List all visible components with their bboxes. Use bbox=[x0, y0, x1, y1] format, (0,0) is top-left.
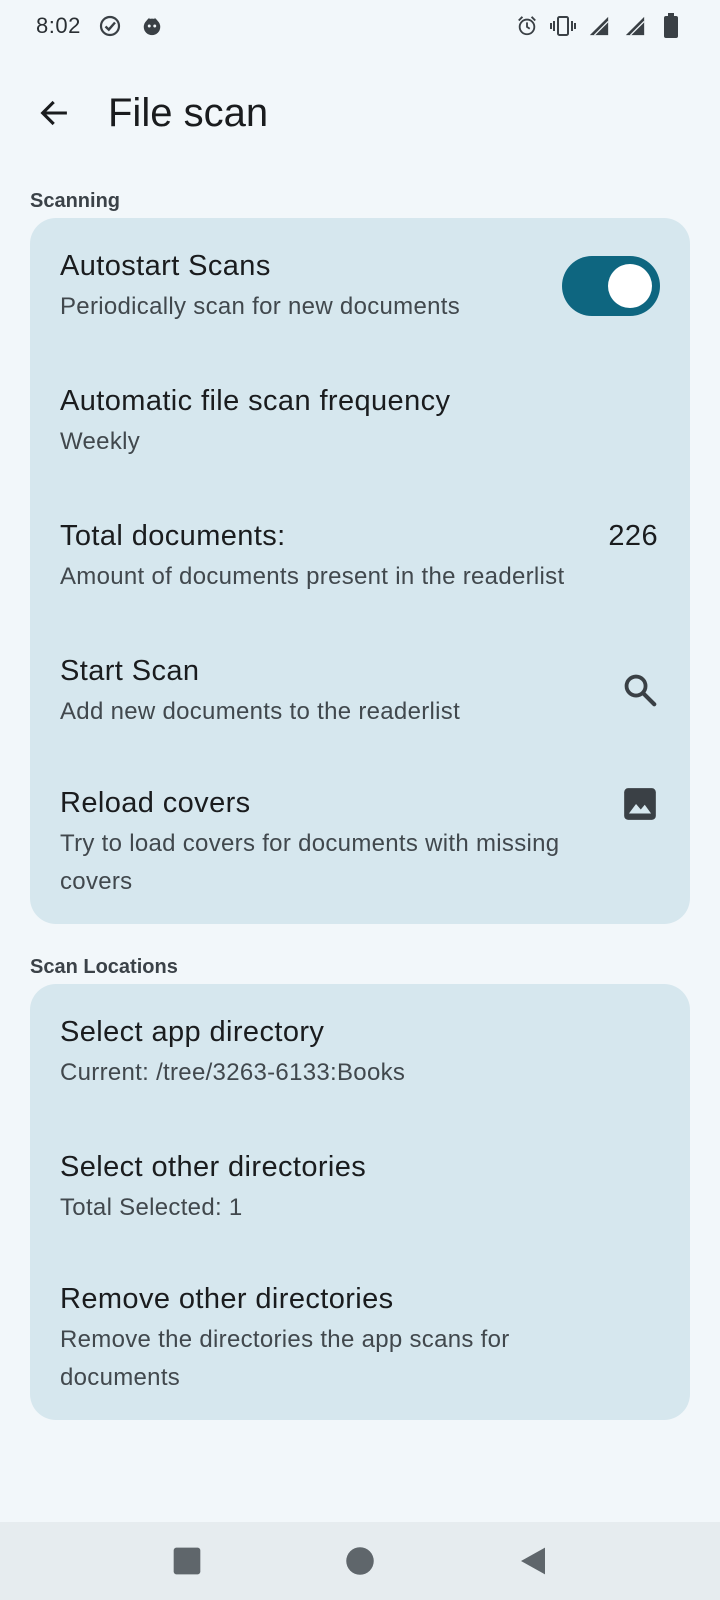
image-icon[interactable] bbox=[620, 784, 660, 824]
vibrate-icon bbox=[550, 13, 576, 39]
setting-title: Select app directory bbox=[60, 1016, 325, 1048]
setting-subtitle: Weekly bbox=[60, 428, 141, 455]
total-documents-value: 226 bbox=[608, 520, 658, 552]
scan-locations-card: Select app directory Current: /tree/3263… bbox=[30, 984, 690, 1420]
setting-title: Autostart Scans bbox=[60, 250, 271, 282]
status-right bbox=[514, 13, 684, 39]
setting-subtitle: Periodically scan for new documents bbox=[60, 293, 461, 320]
back-triangle-icon bbox=[521, 1547, 546, 1575]
page-title: File scan bbox=[108, 90, 269, 135]
setting-title: Remove other directories bbox=[60, 1283, 394, 1315]
setting-text: Total documents: Amount of documents pre… bbox=[60, 518, 564, 596]
setting-title: Total documents: bbox=[60, 520, 286, 552]
section-label-scanning: Scanning bbox=[30, 190, 121, 212]
home-circle-icon bbox=[346, 1547, 374, 1575]
setting-text: Autostart Scans Periodically scan for ne… bbox=[60, 248, 460, 326]
check-circle-icon bbox=[97, 13, 123, 39]
recents-square-icon bbox=[173, 1547, 200, 1575]
setting-text: Start Scan Add new documents to the read… bbox=[60, 653, 460, 731]
search-icon[interactable] bbox=[620, 670, 660, 710]
setting-text: Select app directory Current: /tree/3263… bbox=[60, 1014, 405, 1092]
setting-title: Start Scan bbox=[60, 655, 200, 687]
setting-text: Remove other directories Remove the dire… bbox=[60, 1281, 580, 1397]
setting-subtitle: Add new documents to the readerlist bbox=[60, 698, 461, 725]
setting-title: Reload covers bbox=[60, 787, 251, 819]
setting-scan-frequency[interactable]: Automatic file scan frequency Weekly bbox=[30, 383, 690, 461]
setting-text: Reload covers Try to load covers for doc… bbox=[60, 785, 560, 901]
setting-subtitle: Amount of documents present in the reade… bbox=[60, 563, 565, 590]
scanning-card: Autostart Scans Periodically scan for ne… bbox=[30, 218, 690, 924]
autostart-toggle[interactable] bbox=[562, 256, 660, 316]
section-label-scan-locations: Scan Locations bbox=[30, 956, 178, 978]
back-button[interactable] bbox=[26, 85, 82, 141]
setting-total-documents: Total documents: Amount of documents pre… bbox=[30, 518, 690, 596]
home-button[interactable] bbox=[330, 1531, 390, 1591]
setting-title: Automatic file scan frequency bbox=[60, 385, 451, 417]
setting-start-scan[interactable]: Start Scan Add new documents to the read… bbox=[30, 653, 690, 731]
recents-button[interactable] bbox=[157, 1531, 217, 1591]
system-back-button[interactable] bbox=[503, 1531, 563, 1591]
battery-icon bbox=[658, 13, 684, 39]
alarm-icon bbox=[514, 13, 540, 39]
signal-icon bbox=[586, 13, 612, 39]
setting-title: Select other directories bbox=[60, 1151, 367, 1183]
setting-select-app-directory[interactable]: Select app directory Current: /tree/3263… bbox=[30, 1014, 690, 1092]
toggle-knob bbox=[608, 264, 652, 308]
system-nav-bar bbox=[0, 1522, 720, 1600]
setting-text: Select other directories Total Selected:… bbox=[60, 1149, 366, 1227]
setting-reload-covers[interactable]: Reload covers Try to load covers for doc… bbox=[30, 785, 690, 901]
status-left: 8:02 bbox=[36, 13, 165, 39]
arrow-back-icon bbox=[40, 100, 67, 126]
notification-app-icon bbox=[139, 13, 165, 39]
setting-select-other-directories[interactable]: Select other directories Total Selected:… bbox=[30, 1149, 690, 1227]
setting-subtitle: Try to load covers for documents with mi… bbox=[60, 830, 560, 895]
status-bar: 8:02 bbox=[0, 0, 720, 52]
app-bar: File scan bbox=[0, 68, 720, 158]
setting-subtitle: Total Selected: 1 bbox=[60, 1194, 243, 1221]
setting-text: Automatic file scan frequency Weekly bbox=[60, 383, 450, 461]
setting-subtitle: Remove the directories the app scans for… bbox=[60, 1326, 510, 1391]
signal-icon bbox=[622, 13, 648, 39]
status-time: 8:02 bbox=[36, 13, 81, 38]
setting-subtitle: Current: /tree/3263-6133:Books bbox=[60, 1059, 406, 1086]
setting-remove-other-directories[interactable]: Remove other directories Remove the dire… bbox=[30, 1281, 690, 1397]
